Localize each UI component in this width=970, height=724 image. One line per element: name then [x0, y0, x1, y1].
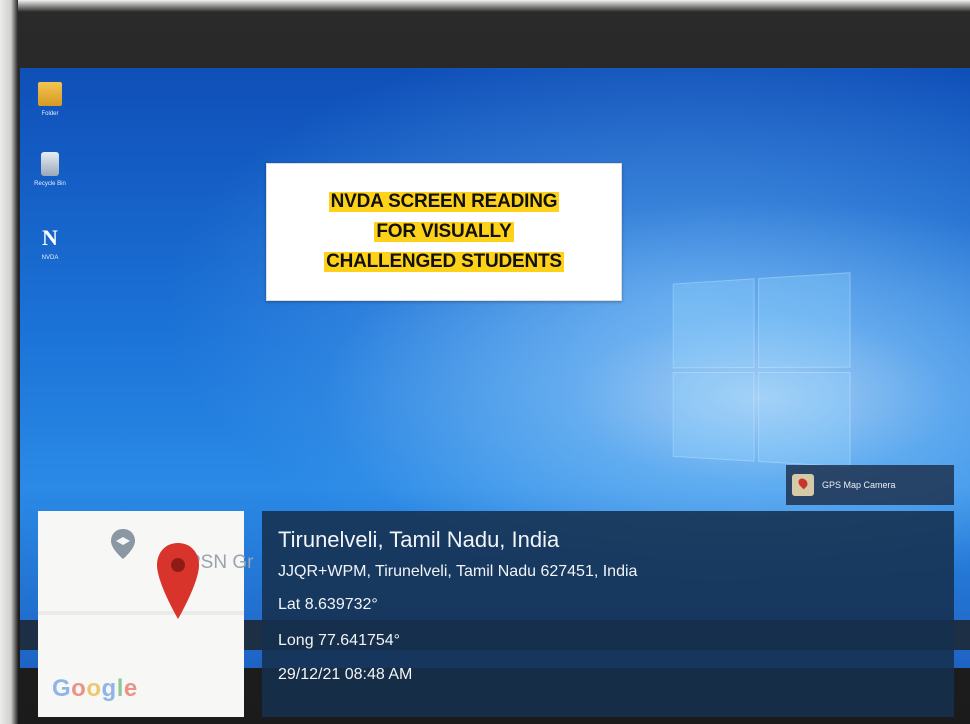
photo-edge-top [0, 0, 970, 12]
desktop-icon-caption: Recycle Bin [34, 181, 66, 187]
banner-line: NVDA SCREEN READING [328, 191, 560, 212]
map-road [38, 611, 244, 615]
timestamp-line: 29/12/21 08:48 AM [278, 666, 413, 683]
folder-icon [38, 82, 62, 106]
school-poi-icon [108, 527, 138, 559]
latitude-line: Lat 8.639732° [278, 596, 378, 613]
banner-line: FOR VISUALLY [374, 221, 514, 242]
address-line: JJQR+WPM, Tirunelveli, Tamil Nadu 627451… [278, 563, 638, 580]
desktop-icon-caption: Folder [41, 111, 59, 117]
windows-logo-wallpaper [672, 272, 859, 475]
map-thumbnail: PSN Gr Google [38, 511, 253, 717]
nvda-icon: N [42, 225, 58, 250]
gps-app-tag: GPS Map Camera [786, 465, 954, 505]
photo-edge-left [0, 0, 18, 724]
location-title: Tirunelveli, Tamil Nadu, India [278, 527, 560, 552]
title-banner: NVDA SCREEN READING FOR VISUALLY CHALLEN… [266, 163, 622, 301]
google-logo: Google [52, 675, 138, 702]
gps-map-camera-icon [792, 474, 814, 496]
banner-line: CHALLENGED STUDENTS [324, 251, 564, 272]
gps-app-label: GPS Map Camera [822, 480, 896, 490]
longitude-line: Long 77.641754° [278, 632, 401, 649]
gps-info-panel: Tirunelveli, Tamil Nadu, India JJQR+WPM,… [262, 511, 954, 717]
desktop-icon-caption: NVDA [41, 255, 59, 261]
desktop-icon-nvda[interactable]: N NVDA [30, 226, 70, 262]
desktop-icon-recycle-bin[interactable]: Recycle Bin [30, 152, 70, 188]
location-pin-icon [157, 543, 199, 619]
recycle-bin-icon [41, 152, 59, 176]
desktop-icon-folder[interactable]: Folder [30, 82, 70, 118]
